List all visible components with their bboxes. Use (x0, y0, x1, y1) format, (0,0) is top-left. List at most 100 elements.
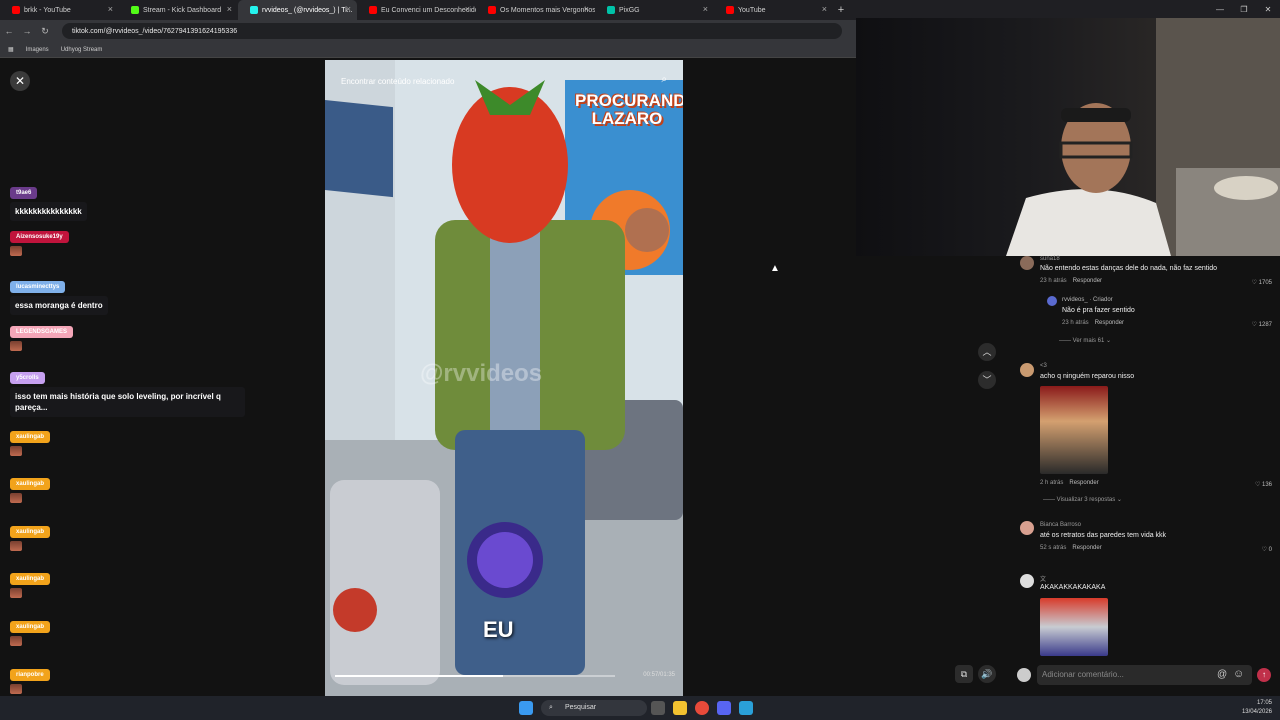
chat-username[interactable]: xaulingab (10, 431, 51, 443)
taskbar-search[interactable]: ⌕ Pesquisar (541, 700, 647, 716)
view-replies[interactable]: —— Visualizar 3 respostas ⌄ (1043, 496, 1122, 503)
avatar[interactable] (1020, 521, 1034, 535)
chat-username[interactable]: xaulingab (10, 526, 51, 538)
comment-time: 23 h atrás (1040, 278, 1067, 284)
comment-user[interactable]: suna18 (1040, 256, 1060, 262)
windows-start-icon[interactable] (519, 701, 533, 715)
chat-username[interactable]: rianpobre (10, 669, 50, 681)
browser-tab[interactable]: PixGG × (595, 0, 714, 20)
emote-icon (10, 636, 22, 646)
avatar[interactable] (1020, 256, 1034, 270)
tab-close-icon[interactable]: × (584, 4, 589, 14)
next-video-button[interactable]: ﹀ (978, 371, 996, 389)
apps-icon[interactable]: ▦ (8, 46, 14, 53)
emote-icon (10, 541, 22, 551)
emote-icon (10, 246, 22, 256)
file-explorer-icon[interactable] (673, 701, 687, 715)
chat-username[interactable]: Aizensosuke19y (10, 231, 69, 243)
send-icon[interactable]: ↑ (1257, 668, 1271, 682)
emoji-icon[interactable]: ☺ (1233, 668, 1244, 680)
avatar[interactable] (1047, 296, 1057, 306)
browser-tab[interactable]: brkk - YouTube × (0, 0, 119, 20)
tab-favicon-icon (607, 6, 615, 14)
clock-date: 13/04/2026 (1241, 709, 1272, 715)
tab-favicon-icon (131, 6, 139, 14)
video-time: 00:57/01:35 (643, 672, 675, 678)
mention-icon[interactable]: @ (1217, 669, 1227, 680)
comment-user[interactable]: 文 (1040, 574, 1046, 583)
chat-username[interactable]: lucasminecttys (10, 281, 66, 293)
chrome-icon[interactable] (695, 701, 709, 715)
tab-close-icon[interactable]: × (703, 4, 708, 14)
tab-close-icon[interactable]: × (108, 4, 113, 14)
like-count-value: 136 (1261, 482, 1272, 488)
back-icon[interactable]: ← (0, 26, 18, 36)
previous-video-button[interactable]: ︿ (978, 343, 996, 361)
browser-tab[interactable]: Eu Convenci um Desconhecido... × (357, 0, 476, 20)
comment-user[interactable]: rvvideos_ · Criador (1062, 297, 1113, 303)
bookmark-imagens[interactable]: Imagens (26, 47, 49, 53)
comment-text: até os retratos das paredes tem vida kkk (1040, 532, 1167, 539)
browser-tab[interactable]: Stream - Kick Dashboard × (119, 0, 238, 20)
new-tab-icon[interactable]: + (833, 4, 849, 16)
pip-icon[interactable]: ⧉ (955, 665, 973, 683)
chat-text: kkkkkkkkkkkkkkk (10, 202, 87, 221)
system-clock[interactable]: 17:05 13/04/2026 (1242, 699, 1272, 717)
clock-time: 17:05 (1256, 700, 1272, 706)
tab-favicon-icon (12, 6, 20, 14)
bookmark-udhyog-stream[interactable]: Udhyog Stream (61, 47, 103, 53)
chat-message: t9ae6 kkkkkkkkkkkkkkk (10, 187, 87, 221)
chat-username[interactable]: LEGENDSGAMES (10, 326, 74, 338)
comment-user[interactable]: Bianca Barroso (1040, 522, 1081, 528)
chat-username[interactable]: xaulingab (10, 573, 51, 585)
comment-user[interactable]: <3 (1040, 363, 1047, 369)
video-player[interactable]: PROCURANDO LAZARO Encontrar conteúdo rel… (325, 60, 683, 696)
maximize-button[interactable]: ❐ (1232, 0, 1256, 20)
like-count[interactable]: ♡ 1705 (1252, 279, 1272, 286)
task-view-icon[interactable] (651, 701, 665, 715)
avatar[interactable] (1020, 574, 1034, 588)
related-content-label[interactable]: Encontrar conteúdo relacionado (341, 77, 454, 86)
video-watermark: @rvvideos (420, 360, 543, 387)
browser-tab[interactable]: rvvideos_ (@rvvideos_) | Ti... × (238, 0, 357, 20)
comment-image[interactable] (1040, 598, 1108, 656)
browser-tab[interactable]: YouTube × (714, 0, 833, 20)
chat-message: xaulingab (10, 431, 51, 456)
chat-username[interactable]: t9ae6 (10, 187, 38, 199)
reload-icon[interactable]: ↻ (36, 26, 54, 37)
comment-image[interactable] (1040, 386, 1108, 474)
avatar[interactable] (1020, 363, 1034, 377)
like-count-value: 1287 (1258, 322, 1272, 328)
reply-button[interactable]: Responder (1073, 278, 1102, 284)
forward-icon[interactable]: → (18, 26, 36, 36)
url-field[interactable]: tiktok.com/@rvvideos_/video/762794139162… (62, 23, 842, 39)
tab-close-icon[interactable]: × (822, 4, 827, 14)
minimize-button[interactable]: — (1208, 0, 1232, 20)
tab-close-icon[interactable]: × (346, 4, 351, 14)
discord-icon[interactable] (717, 701, 731, 715)
view-more-replies[interactable]: —— Ver mais 61 ⌄ (1059, 337, 1111, 344)
window-close-button[interactable]: ✕ (1256, 0, 1280, 20)
chat-username[interactable]: xaulingab (10, 621, 51, 633)
reply-button[interactable]: Responder (1072, 545, 1101, 551)
emote-icon (10, 446, 22, 456)
browser-tab[interactable]: Os Momentos mais Vergonhosos...× (476, 0, 595, 20)
like-count[interactable]: ♡ 0 (1262, 546, 1272, 553)
search-icon[interactable]: ⌕ (661, 74, 667, 85)
close-icon[interactable]: ✕ (10, 71, 30, 91)
tab-title: YouTube (738, 6, 766, 14)
app-icon[interactable] (739, 701, 753, 715)
tab-title: brkk - YouTube (24, 6, 71, 14)
like-count[interactable]: ♡ 136 (1255, 481, 1272, 488)
tab-title: Stream - Kick Dashboard (143, 6, 222, 14)
url-text: tiktok.com/@rvvideos_/video/762794139162… (72, 27, 238, 35)
reply-button[interactable]: Responder (1069, 480, 1098, 486)
like-count[interactable]: ♡ 1287 (1252, 321, 1272, 328)
volume-icon[interactable]: 🔊 (978, 665, 996, 683)
video-progress-bar[interactable] (335, 675, 615, 677)
tab-close-icon[interactable]: × (227, 4, 232, 14)
chat-username[interactable]: xaulingab (10, 478, 51, 490)
reply-button[interactable]: Responder (1095, 320, 1124, 326)
chat-username[interactable]: y5crolls (10, 372, 45, 384)
tab-close-icon[interactable]: × (465, 4, 470, 14)
